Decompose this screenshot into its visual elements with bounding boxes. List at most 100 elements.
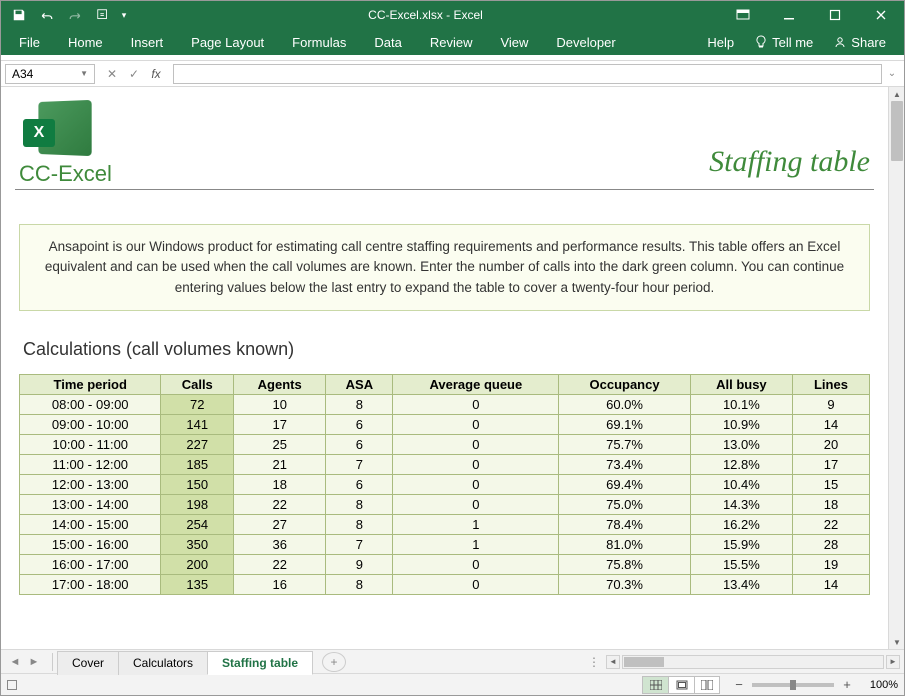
cell-all-busy[interactable]: 14.3% <box>690 494 792 514</box>
expand-formula-bar-icon[interactable]: ⌄ <box>884 68 900 79</box>
col-lines[interactable]: Lines <box>792 374 869 394</box>
fx-icon[interactable]: fx <box>145 64 167 84</box>
cell-asa[interactable]: 7 <box>326 454 393 474</box>
cell-lines[interactable]: 14 <box>792 414 869 434</box>
cell-asa[interactable]: 6 <box>326 434 393 454</box>
cell-calls[interactable]: 150 <box>161 474 234 494</box>
help-button[interactable]: Help <box>699 31 742 54</box>
formula-input[interactable] <box>173 64 882 84</box>
tab-home[interactable]: Home <box>54 31 117 54</box>
redo-icon[interactable] <box>61 1 89 29</box>
col-agents[interactable]: Agents <box>234 374 326 394</box>
new-sheet-button[interactable]: + <box>322 652 346 672</box>
cell-occupancy[interactable]: 70.3% <box>559 574 691 594</box>
cell-calls[interactable]: 254 <box>161 514 234 534</box>
cell-avg-queue[interactable]: 1 <box>393 534 559 554</box>
cell-agents[interactable]: 10 <box>234 394 326 414</box>
table-row[interactable]: 13:00 - 14:00198228075.0%14.3%18 <box>20 494 870 514</box>
col-asa[interactable]: ASA <box>326 374 393 394</box>
cell-lines[interactable]: 17 <box>792 454 869 474</box>
cell-calls[interactable]: 198 <box>161 494 234 514</box>
tab-insert[interactable]: Insert <box>117 31 178 54</box>
table-row[interactable]: 17:00 - 18:00135168070.3%13.4%14 <box>20 574 870 594</box>
cell-asa[interactable]: 7 <box>326 534 393 554</box>
cell-lines[interactable]: 9 <box>792 394 869 414</box>
cell-calls[interactable]: 200 <box>161 554 234 574</box>
cell-agents[interactable]: 27 <box>234 514 326 534</box>
cell-period[interactable]: 12:00 - 13:00 <box>20 474 161 494</box>
cell-all-busy[interactable]: 15.9% <box>690 534 792 554</box>
tab-file[interactable]: File <box>5 31 54 54</box>
zoom-out-button[interactable]: − <box>732 677 746 692</box>
cell-avg-queue[interactable]: 0 <box>393 494 559 514</box>
col-time-period[interactable]: Time period <box>20 374 161 394</box>
sheet-tab-cover[interactable]: Cover <box>57 651 119 675</box>
cell-avg-queue[interactable]: 0 <box>393 554 559 574</box>
cell-agents[interactable]: 16 <box>234 574 326 594</box>
cell-asa[interactable]: 6 <box>326 474 393 494</box>
cell-period[interactable]: 17:00 - 18:00 <box>20 574 161 594</box>
cell-lines[interactable]: 14 <box>792 574 869 594</box>
cell-agents[interactable]: 17 <box>234 414 326 434</box>
hscroll-thumb[interactable] <box>624 657 664 667</box>
tab-developer[interactable]: Developer <box>542 31 629 54</box>
cell-lines[interactable]: 28 <box>792 534 869 554</box>
cell-agents[interactable]: 22 <box>234 554 326 574</box>
cell-calls[interactable]: 72 <box>161 394 234 414</box>
cell-lines[interactable]: 22 <box>792 514 869 534</box>
col-calls[interactable]: Calls <box>161 374 234 394</box>
cell-all-busy[interactable]: 13.0% <box>690 434 792 454</box>
cell-agents[interactable]: 22 <box>234 494 326 514</box>
cell-all-busy[interactable]: 15.5% <box>690 554 792 574</box>
cell-lines[interactable]: 15 <box>792 474 869 494</box>
cell-calls[interactable]: 141 <box>161 414 234 434</box>
sheet-tab-staffing-table[interactable]: Staffing table <box>207 651 313 675</box>
cell-all-busy[interactable]: 13.4% <box>690 574 792 594</box>
cell-period[interactable]: 11:00 - 12:00 <box>20 454 161 474</box>
horizontal-scrollbar[interactable] <box>622 655 884 669</box>
enter-formula-icon[interactable]: ✓ <box>123 64 145 84</box>
cell-lines[interactable]: 19 <box>792 554 869 574</box>
cell-period[interactable]: 10:00 - 11:00 <box>20 434 161 454</box>
cell-asa[interactable]: 8 <box>326 574 393 594</box>
cell-period[interactable]: 13:00 - 14:00 <box>20 494 161 514</box>
tab-review[interactable]: Review <box>416 31 487 54</box>
cell-avg-queue[interactable]: 0 <box>393 434 559 454</box>
tab-nav-next-icon[interactable]: ► <box>26 656 42 668</box>
tab-view[interactable]: View <box>486 31 542 54</box>
cell-avg-queue[interactable]: 0 <box>393 574 559 594</box>
tab-page-layout[interactable]: Page Layout <box>177 31 278 54</box>
cell-all-busy[interactable]: 10.1% <box>690 394 792 414</box>
close-button[interactable] <box>858 1 904 29</box>
cell-period[interactable]: 08:00 - 09:00 <box>20 394 161 414</box>
cell-avg-queue[interactable]: 0 <box>393 394 559 414</box>
macro-record-icon[interactable] <box>7 680 17 690</box>
tell-me-button[interactable]: Tell me <box>746 31 821 54</box>
undo-icon[interactable] <box>33 1 61 29</box>
cell-agents[interactable]: 25 <box>234 434 326 454</box>
cancel-formula-icon[interactable]: ✕ <box>101 64 123 84</box>
cell-asa[interactable]: 6 <box>326 414 393 434</box>
cell-period[interactable]: 14:00 - 15:00 <box>20 514 161 534</box>
zoom-in-button[interactable]: + <box>840 677 854 692</box>
cell-asa[interactable]: 8 <box>326 514 393 534</box>
table-row[interactable]: 16:00 - 17:00200229075.8%15.5%19 <box>20 554 870 574</box>
cell-avg-queue[interactable]: 1 <box>393 514 559 534</box>
table-row[interactable]: 10:00 - 11:00227256075.7%13.0%20 <box>20 434 870 454</box>
hscroll-left-icon[interactable]: ◄ <box>606 655 620 669</box>
cell-avg-queue[interactable]: 0 <box>393 454 559 474</box>
cell-avg-queue[interactable]: 0 <box>393 414 559 434</box>
cell-occupancy[interactable]: 75.7% <box>559 434 691 454</box>
cell-calls[interactable]: 135 <box>161 574 234 594</box>
share-button[interactable]: Share <box>825 31 894 54</box>
name-box[interactable]: A34 ▼ <box>5 64 95 84</box>
cell-agents[interactable]: 36 <box>234 534 326 554</box>
customize-qat-icon[interactable] <box>89 1 117 29</box>
cell-calls[interactable]: 350 <box>161 534 234 554</box>
cell-avg-queue[interactable]: 0 <box>393 474 559 494</box>
tab-formulas[interactable]: Formulas <box>278 31 360 54</box>
scroll-down-icon[interactable]: ▼ <box>889 635 904 649</box>
cell-period[interactable]: 16:00 - 17:00 <box>20 554 161 574</box>
cell-asa[interactable]: 8 <box>326 394 393 414</box>
cell-occupancy[interactable]: 78.4% <box>559 514 691 534</box>
